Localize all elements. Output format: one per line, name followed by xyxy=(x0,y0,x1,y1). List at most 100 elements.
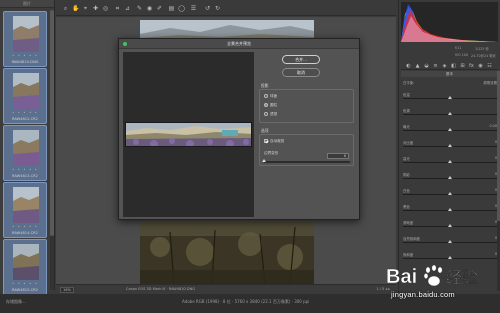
filmstrip-thumbnail[interactable]: • • • • • RAW4814-CR2 xyxy=(3,182,47,238)
watermark-url: jingyan.baidu.com xyxy=(391,290,455,299)
tool-bar: ⌕ ✋ ⌖ ✚ ◎ ⌗ ⊿ ✎ ◉ ✐ ▤ ◯ ☰ ↺ ↻ xyxy=(56,0,396,16)
radio-icon[interactable] xyxy=(264,112,268,116)
panel-tab-icon[interactable]: ◐ xyxy=(405,63,412,69)
straighten-icon[interactable]: ⊿ xyxy=(124,5,131,12)
slider-knob-icon[interactable] xyxy=(448,160,452,163)
panel-tab-icon[interactable]: ≡ xyxy=(432,63,439,69)
panel-tab-icon[interactable]: ☷ xyxy=(486,63,493,69)
adjustment-value[interactable]: 原照设置 xyxy=(483,80,497,85)
projection-perspective-option[interactable]: 透视 xyxy=(264,112,277,117)
adjustment-row[interactable]: 色调 xyxy=(403,108,497,117)
radial-filter-icon[interactable]: ◯ xyxy=(178,5,185,12)
filmstrip-thumbnail[interactable]: • • • • • RAW4815-CR2 xyxy=(3,239,47,295)
adjustment-row[interactable]: 阴影 0 xyxy=(403,172,497,181)
filmstrip-thumbnail[interactable]: • • • • • RAW4810-DNG xyxy=(3,11,47,67)
radio-icon[interactable] xyxy=(264,94,268,98)
slider-knob-icon[interactable] xyxy=(448,112,452,115)
cancel-button[interactable]: 取消 xyxy=(282,68,320,77)
dialog-titlebar[interactable]: 全景合并预览 xyxy=(119,39,359,49)
adjustment-label: 色温 xyxy=(403,93,410,97)
thumbnail-filename: RAW4813-CR2 xyxy=(12,174,38,178)
merge-button[interactable]: 合并... xyxy=(282,55,320,64)
slider-knob-icon[interactable] xyxy=(448,144,452,147)
options-group: 自动裁剪 边界变形 0 xyxy=(259,134,354,166)
slider-knob-icon[interactable] xyxy=(448,192,452,195)
slider-knob-icon[interactable] xyxy=(448,128,452,131)
projection-cylindrical-label: 圆柱 xyxy=(270,103,278,107)
panel-tab-icon[interactable]: fx xyxy=(468,63,475,69)
radio-selected-icon[interactable] xyxy=(264,103,268,107)
panel-tab-icon[interactable]: ◈ xyxy=(441,63,448,69)
rating-stars[interactable]: • • • • • xyxy=(4,53,46,58)
adjustment-row[interactable]: 黑色 0 xyxy=(403,204,497,213)
graduated-filter-icon[interactable]: ▤ xyxy=(168,5,175,12)
rating-stars[interactable]: • • • • • xyxy=(4,224,46,229)
adjustment-brush-icon[interactable]: ✐ xyxy=(156,5,163,12)
adjustment-label: 阴影 xyxy=(403,173,410,177)
adjustment-row[interactable]: 清晰度 0 xyxy=(403,220,497,229)
zoom-level-select[interactable]: 16% xyxy=(60,287,74,293)
rotate-left-icon[interactable]: ↺ xyxy=(204,5,211,12)
adjustment-label: 曝光 xyxy=(403,125,410,129)
filmstrip-thumbnail[interactable]: • • • • • RAW4813-CR2 xyxy=(3,125,47,181)
projection-group: 球面 圆柱 透视 xyxy=(259,89,354,123)
svg-text:Bai: Bai xyxy=(386,266,417,288)
filmstrip-scroll-thumb[interactable] xyxy=(50,10,54,236)
panel-tab-icon[interactable]: ◉ xyxy=(477,63,484,69)
preferences-icon[interactable]: ☰ xyxy=(190,5,197,12)
thumbnail-filename: RAW4814-CR2 xyxy=(12,231,38,235)
slider-knob-icon[interactable] xyxy=(448,240,452,243)
adjustment-row[interactable]: 自然饱和度 0 xyxy=(403,236,497,245)
thumbnail-image xyxy=(13,244,39,280)
save-image-button[interactable]: 存储图像... xyxy=(6,299,26,305)
rating-stars[interactable]: • • • • • xyxy=(4,281,46,286)
adjustment-row[interactable]: 白平衡: 原照设置 xyxy=(403,80,497,89)
filmstrip-thumbnail[interactable]: • • • • • RAW4812-CR2 xyxy=(3,68,47,124)
adjustment-label: 黑色 xyxy=(403,205,410,209)
status-file-info: Canon EOS 5D Mark III · RAW4810-DNG xyxy=(126,287,195,291)
slider-knob-icon[interactable] xyxy=(448,176,452,179)
slider-knob-icon[interactable] xyxy=(448,256,452,259)
auto-crop-label: 自动裁剪 xyxy=(270,139,285,143)
slider-knob-icon[interactable] xyxy=(262,159,266,162)
main-photo-bottom xyxy=(140,222,314,284)
panorama-preview-image xyxy=(125,122,252,147)
adjustment-row[interactable]: 高光 0 xyxy=(403,156,497,165)
projection-cylindrical-option[interactable]: 圆柱 xyxy=(264,103,277,108)
adjustment-row[interactable]: 曝光 0.00 xyxy=(403,124,497,133)
adjustment-row[interactable]: 白色 0 xyxy=(403,188,497,197)
adjustment-row[interactable]: 饱和度 0 xyxy=(403,252,497,261)
adjustment-value[interactable]: 0.00 xyxy=(489,124,497,128)
thumbnail-image xyxy=(13,187,39,223)
color-sampler-icon[interactable]: ✚ xyxy=(92,5,99,12)
slider-knob-icon[interactable] xyxy=(448,224,452,227)
slider-knob-icon[interactable] xyxy=(448,208,452,211)
rating-stars[interactable]: • • • • • xyxy=(4,110,46,115)
spot-removal-icon[interactable]: ✎ xyxy=(136,5,143,12)
workflow-options-link[interactable]: Adobe RGB (1998) · 8 位 · 5760 x 3840 (22… xyxy=(182,299,309,305)
slider-knob-icon[interactable] xyxy=(448,96,452,99)
rating-stars[interactable]: • • • • • xyxy=(4,167,46,172)
targeted-adjust-icon[interactable]: ◎ xyxy=(102,5,109,12)
boundary-warp-value[interactable]: 0 xyxy=(327,153,349,159)
filmstrip-scrollbar[interactable] xyxy=(50,10,54,290)
red-eye-icon[interactable]: ◉ xyxy=(146,5,153,12)
panel-tab-icon[interactable]: ⊞ xyxy=(459,63,466,69)
zoom-icon[interactable]: ⌕ xyxy=(62,5,69,12)
checkbox-checked-icon[interactable] xyxy=(264,139,268,143)
panorama-preview-area xyxy=(123,52,254,217)
hand-icon[interactable]: ✋ xyxy=(72,5,79,12)
panel-tab-icon[interactable]: ▲ xyxy=(414,63,421,69)
rotate-right-icon[interactable]: ↻ xyxy=(214,5,221,12)
adjustment-row[interactable]: 对比度 0 xyxy=(403,140,497,149)
projection-spherical-option[interactable]: 球面 xyxy=(264,94,277,99)
white-balance-icon[interactable]: ⌖ xyxy=(82,5,89,12)
auto-crop-option[interactable]: 自动裁剪 xyxy=(264,139,284,144)
boundary-warp-slider[interactable] xyxy=(262,159,350,163)
panel-tab-icon[interactable]: ◒ xyxy=(423,63,430,69)
adjustment-panel: f/11 1/125 秒 ISO 100 24-70@24 毫米 ◐ ▲ ◒ ≡ ◈ ◧ ⊞… xyxy=(398,0,500,294)
adjustment-row[interactable]: 色温 xyxy=(403,92,497,101)
crop-icon[interactable]: ⌗ xyxy=(114,5,121,12)
svg-text:经验: 经验 xyxy=(446,268,479,287)
panel-tab-icon[interactable]: ◧ xyxy=(450,63,457,69)
